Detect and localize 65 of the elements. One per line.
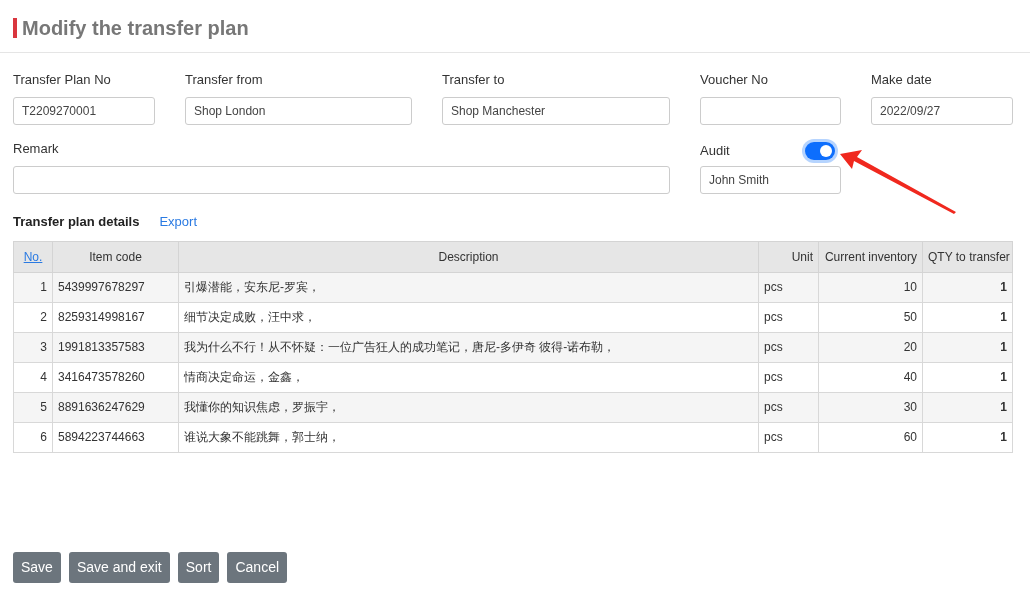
field-label: Audit	[700, 141, 730, 160]
section-title: Transfer plan details	[13, 213, 140, 231]
input-field[interactable]: T2209270001	[13, 97, 155, 125]
title-accent	[13, 18, 17, 38]
audit-toggle[interactable]	[805, 141, 835, 160]
field-label: Voucher No	[700, 71, 769, 89]
table-cell: 5439997678297	[52, 272, 179, 302]
table-cell: pcs	[758, 422, 819, 452]
table-cell: 情商决定命运，金鑫，	[178, 362, 759, 392]
export-link[interactable]: Export	[159, 212, 197, 232]
sort-link[interactable]: No.	[13, 241, 53, 272]
input-field[interactable]: Shop London	[185, 97, 412, 125]
table-cell: pcs	[758, 362, 819, 392]
field-label: Transfer to	[442, 71, 506, 89]
field-label: Remark	[13, 140, 60, 158]
field-label: Make date	[871, 71, 933, 89]
table-cell: 引爆潜能，安东尼-罗宾，	[178, 272, 759, 302]
table-cell: 1	[922, 302, 1013, 332]
table-cell: 20	[818, 332, 923, 362]
table-cell: pcs	[758, 332, 819, 362]
table-cell: 1	[922, 272, 1013, 302]
page-title: Modify the transfer plan	[22, 16, 249, 40]
table-cell: 1	[922, 392, 1013, 422]
table-cell: pcs	[758, 392, 819, 422]
table-cell: pcs	[758, 272, 819, 302]
table-cell: 1	[922, 362, 1013, 392]
table-cell: 1991813357583	[52, 332, 179, 362]
action-button[interactable]: Save and exit	[68, 552, 170, 583]
table-cell: 5894223744663	[52, 422, 179, 452]
table-cell: 我为什么不行！从不怀疑：一位广告狂人的成功笔记，唐尼-多伊奇 彼得-诺布勒，	[178, 332, 759, 362]
column-header: Unit	[758, 241, 819, 272]
field-label: Transfer from	[185, 71, 264, 89]
input-field[interactable]: Shop Manchester	[442, 97, 670, 125]
action-button[interactable]: Save	[13, 552, 61, 583]
table-cell: 8891636247629	[52, 392, 179, 422]
column-header: Current inventory	[818, 241, 923, 272]
table-cell: 细节决定成败，汪中求，	[178, 302, 759, 332]
table-cell: 1	[922, 332, 1013, 362]
table-cell: 30	[818, 392, 923, 422]
table-cell: 40	[818, 362, 923, 392]
table-cell: 4	[13, 362, 53, 392]
table-cell: pcs	[758, 302, 819, 332]
table-cell: 2	[13, 302, 53, 332]
field-label: Transfer Plan No	[13, 71, 112, 89]
table-cell: 6	[13, 422, 53, 452]
table-cell: 8259314998167	[52, 302, 179, 332]
input-field[interactable]: 2022/09/27	[871, 97, 1013, 125]
column-header: QTY to transfer	[922, 241, 1013, 272]
table-cell: 3	[13, 332, 53, 362]
remark-field[interactable]	[13, 166, 670, 194]
table-cell: 5	[13, 392, 53, 422]
input-field[interactable]	[700, 97, 841, 125]
column-header: Description	[178, 241, 759, 272]
action-button[interactable]: Sort	[177, 552, 220, 583]
action-button[interactable]: Cancel	[227, 552, 288, 583]
table-cell: 我懂你的知识焦虑，罗振宇，	[178, 392, 759, 422]
table-cell: 50	[818, 302, 923, 332]
auditor-field[interactable]: John Smith	[700, 166, 841, 194]
table-cell: 60	[818, 422, 923, 452]
table-cell: 谁说大象不能跳舞，郭士纳，	[178, 422, 759, 452]
column-header: Item code	[52, 241, 179, 272]
table-cell: 3416473578260	[52, 362, 179, 392]
table-cell: 10	[818, 272, 923, 302]
table-cell: 1	[13, 272, 53, 302]
table-cell: 1	[922, 422, 1013, 452]
